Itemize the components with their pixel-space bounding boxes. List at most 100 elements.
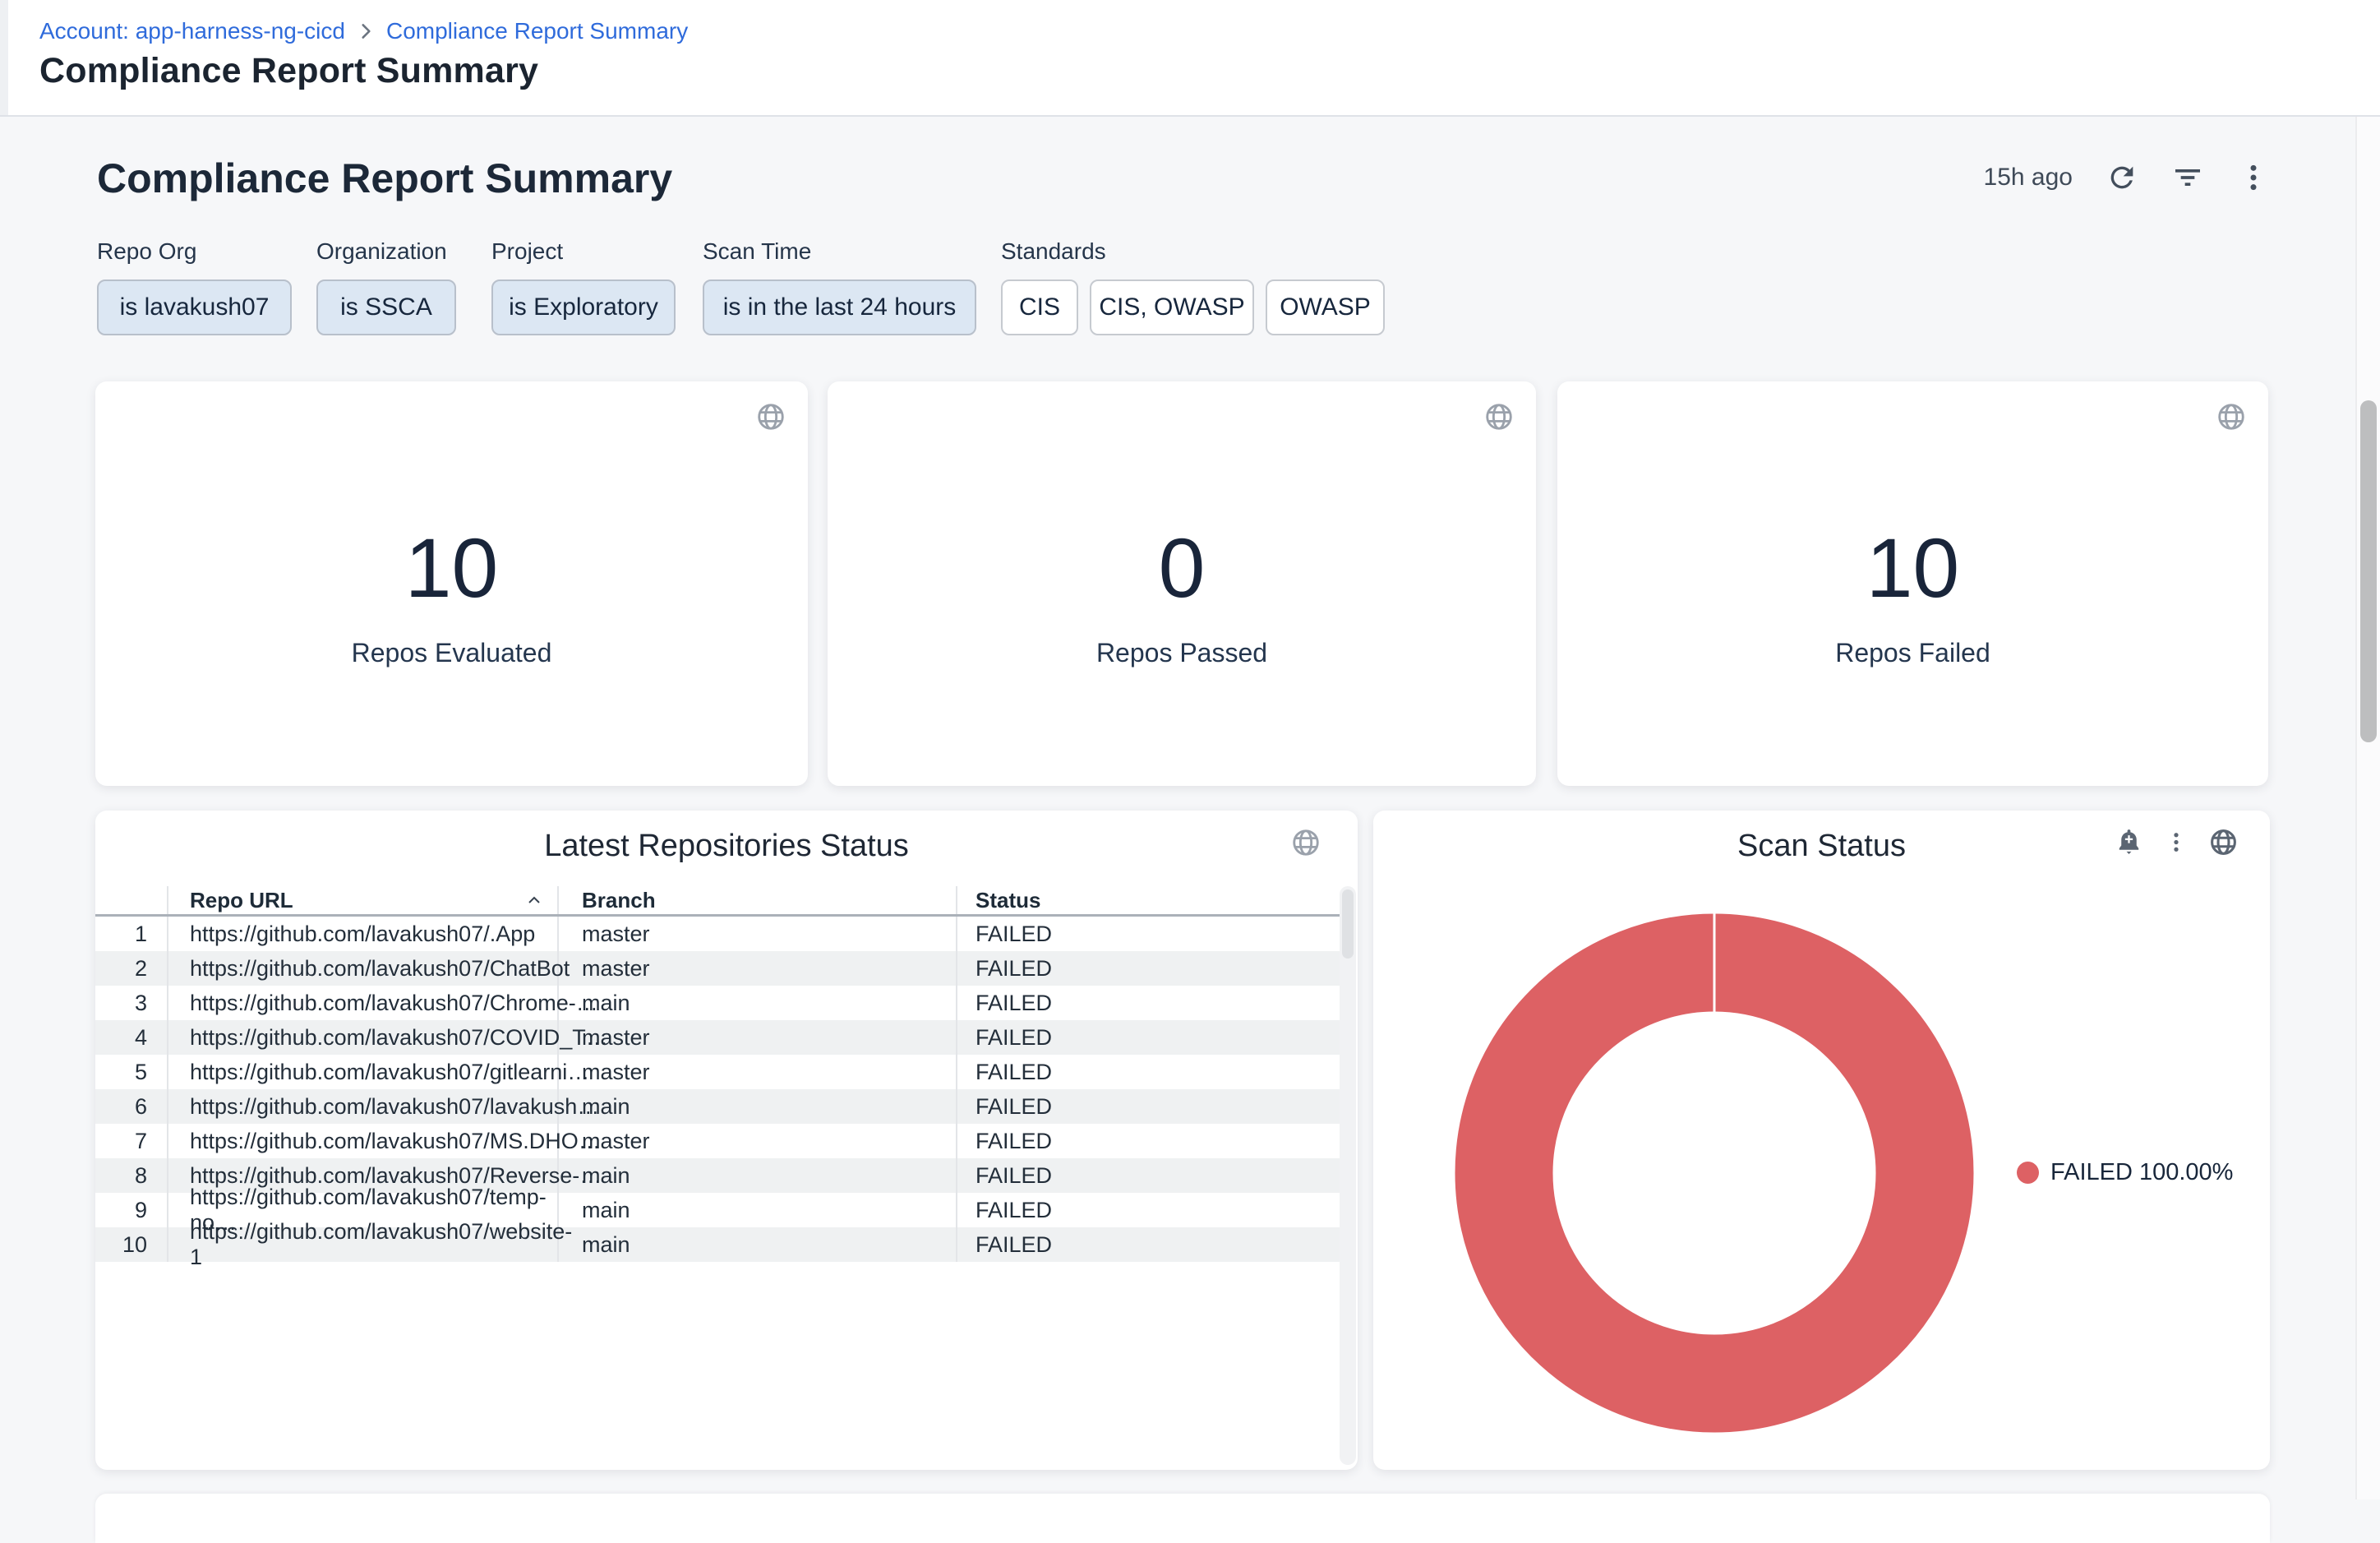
filter-chip-scan-time[interactable]: is in the last 24 hours (703, 279, 976, 335)
table-row[interactable]: 1 https://github.com/lavakush07/.App mas… (95, 917, 1354, 951)
refresh-icon[interactable] (2106, 161, 2138, 194)
globe-icon[interactable] (2216, 401, 2247, 432)
scan-status-donut-chart[interactable] (1443, 902, 1986, 1444)
repo-url-cell: https://github.com/lavakush07/lavakush… (167, 1089, 557, 1124)
table-card-title: Latest Repositories Status (95, 829, 1358, 864)
stat-card-repos-failed: 10 Repos Failed (1557, 381, 2268, 786)
branch-cell: master (557, 951, 956, 986)
table-body: 1 https://github.com/lavakush07/.App mas… (95, 917, 1354, 1262)
globe-icon[interactable] (2208, 827, 2239, 857)
repositories-table: Repo URL Branch Status 1 https://github.… (95, 886, 1354, 1262)
breadcrumb: Account: app-harness-ng-cicd Compliance … (39, 18, 688, 44)
row-number-cell: 5 (95, 1055, 167, 1089)
globe-icon[interactable] (755, 401, 786, 432)
table-row[interactable]: 5 https://github.com/lavakush07/gitlearn… (95, 1055, 1354, 1089)
kebab-menu-icon[interactable] (2164, 827, 2189, 857)
column-header-repo-url[interactable]: Repo URL (167, 886, 557, 914)
table-row[interactable]: 10 https://github.com/lavakush07/website… (95, 1227, 1354, 1262)
filter-standards: Standards CIS CIS, OWASP OWASP (1001, 238, 1385, 335)
kebab-menu-icon[interactable] (2237, 161, 2270, 194)
row-number-header (95, 886, 167, 914)
repo-url-cell: https://github.com/lavakush07/COVID_T… (167, 1020, 557, 1055)
scan-card-actions (2114, 827, 2239, 857)
column-header-label: Status (976, 888, 1040, 913)
column-header-branch[interactable]: Branch (557, 886, 956, 914)
filter-label: Repo Org (97, 238, 292, 265)
stat-card-repos-passed: 0 Repos Passed (828, 381, 1536, 786)
filter-chip-repo-org[interactable]: is lavakush07 (97, 279, 292, 335)
filter-label: Project (491, 238, 676, 265)
sort-ascending-icon (524, 890, 544, 910)
globe-icon[interactable] (1483, 401, 1515, 432)
column-header-label: Repo URL (190, 888, 293, 913)
status-cell: FAILED (956, 1020, 1354, 1055)
scan-status-card: Scan Status FAILED 100.00% (1373, 811, 2270, 1470)
page-scrollbar-thumb[interactable] (2360, 400, 2377, 742)
alert-bell-plus-icon[interactable] (2114, 827, 2144, 857)
standards-option-cis[interactable]: CIS (1001, 279, 1078, 335)
status-cell: FAILED (956, 1193, 1354, 1227)
page-scrollbar-track (2355, 117, 2380, 1499)
row-number-cell: 2 (95, 951, 167, 986)
row-number-cell: 8 (95, 1158, 167, 1193)
repo-url-cell: https://github.com/lavakush07/Chrome-… (167, 986, 557, 1020)
table-row[interactable]: 7 https://github.com/lavakush07/MS.DHO… … (95, 1124, 1354, 1158)
status-cell: FAILED (956, 1227, 1354, 1262)
standards-option-owasp[interactable]: OWASP (1266, 279, 1385, 335)
filter-label: Standards (1001, 238, 1385, 265)
dashboard-title: Compliance Report Summary (97, 155, 672, 202)
breadcrumb-current-link[interactable]: Compliance Report Summary (386, 18, 688, 44)
stat-value: 0 (1159, 526, 1206, 610)
top-header-bar: Account: app-harness-ng-cicd Compliance … (0, 0, 2380, 117)
table-scrollbar-thumb[interactable] (1342, 889, 1354, 959)
stat-label: Repos Evaluated (352, 638, 552, 668)
status-cell: FAILED (956, 1089, 1354, 1124)
table-scrollbar-track (1340, 886, 1356, 1465)
standards-option-cis-owasp[interactable]: CIS, OWASP (1090, 279, 1254, 335)
branch-cell: main (557, 1193, 956, 1227)
table-row[interactable]: 4 https://github.com/lavakush07/COVID_T…… (95, 1020, 1354, 1055)
filter-organization: Organization is SSCA (316, 238, 456, 335)
status-cell: FAILED (956, 1158, 1354, 1193)
repo-url-cell: https://github.com/lavakush07/ChatBot (167, 951, 557, 986)
legend-color-dot (2017, 1162, 2039, 1184)
table-header-row: Repo URL Branch Status (95, 886, 1354, 917)
chart-legend-item[interactable]: FAILED 100.00% (2017, 1159, 2233, 1186)
branch-cell: master (557, 1020, 956, 1055)
filter-icon[interactable] (2171, 161, 2204, 194)
stat-value: 10 (405, 526, 498, 610)
compliance-report-page: Account: app-harness-ng-cicd Compliance … (0, 0, 2380, 1499)
stat-label: Repos Failed (1835, 638, 1990, 668)
globe-icon[interactable] (1290, 827, 1321, 858)
row-number-cell: 7 (95, 1124, 167, 1158)
branch-cell: master (557, 1124, 956, 1158)
status-cell: FAILED (956, 1055, 1354, 1089)
row-number-cell: 10 (95, 1227, 167, 1262)
repo-url-cell: https://github.com/lavakush07/.App (167, 917, 557, 951)
branch-cell: main (557, 1227, 956, 1262)
filter-project: Project is Exploratory (491, 238, 676, 335)
filter-label: Organization (316, 238, 456, 265)
row-number-cell: 3 (95, 986, 167, 1020)
window-left-edge (0, 0, 8, 115)
latest-repositories-status-card: Latest Repositories Status Repo URL Bran… (95, 811, 1358, 1470)
table-row[interactable]: 3 https://github.com/lavakush07/Chrome-…… (95, 986, 1354, 1020)
row-number-cell: 9 (95, 1193, 167, 1227)
table-row[interactable]: 6 https://github.com/lavakush07/lavakush… (95, 1089, 1354, 1124)
last-refresh-time: 15h ago (1984, 164, 2073, 192)
branch-cell: master (557, 917, 956, 951)
filter-chip-project[interactable]: is Exploratory (491, 279, 676, 335)
table-row[interactable]: 2 https://github.com/lavakush07/ChatBot … (95, 951, 1354, 986)
status-cell: FAILED (956, 951, 1354, 986)
filter-scan-time: Scan Time is in the last 24 hours (703, 238, 976, 335)
dashboard-controls: 15h ago (1984, 161, 2270, 194)
column-header-label: Branch (582, 888, 656, 913)
column-header-status[interactable]: Status (956, 886, 1354, 914)
branch-cell: main (557, 1089, 956, 1124)
filter-repo-org: Repo Org is lavakush07 (97, 238, 292, 335)
branch-cell: master (557, 1055, 956, 1089)
filter-chip-organization[interactable]: is SSCA (316, 279, 456, 335)
stat-value: 10 (1866, 526, 1959, 610)
branch-cell: main (557, 986, 956, 1020)
breadcrumb-account-link[interactable]: Account: app-harness-ng-cicd (39, 18, 345, 44)
